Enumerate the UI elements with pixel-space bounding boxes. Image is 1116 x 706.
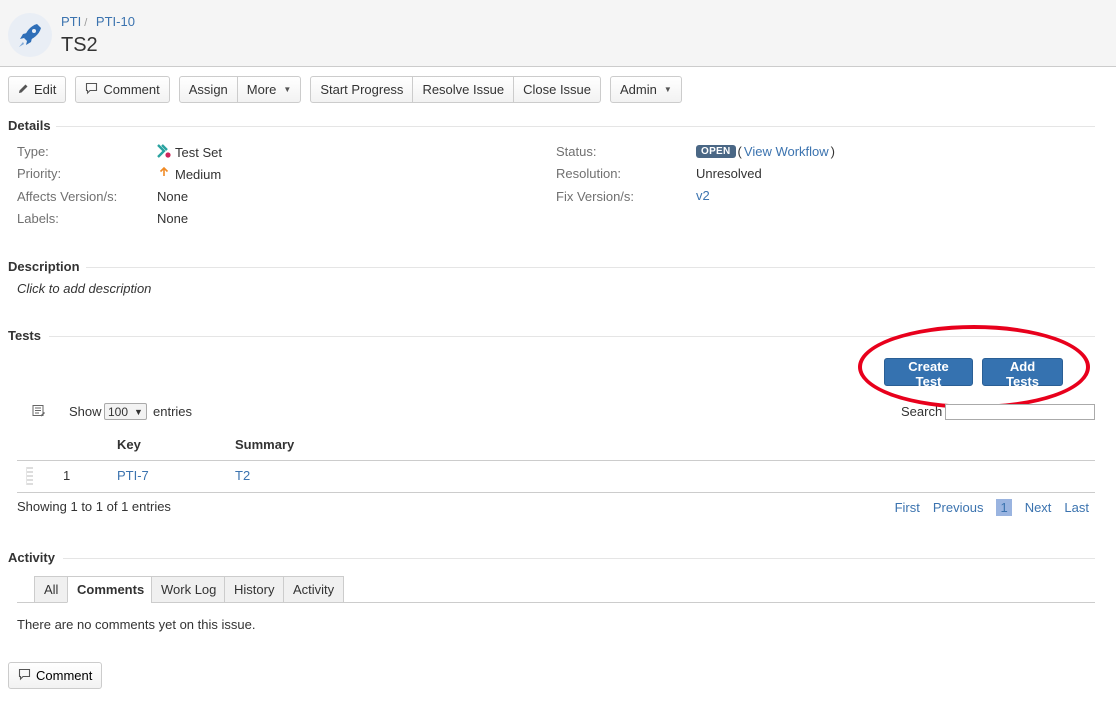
priority-value: Medium — [157, 166, 221, 183]
page-size-select[interactable]: 100 ▼ — [104, 403, 147, 420]
header-divider — [17, 460, 1095, 461]
tab-history[interactable]: History — [224, 576, 285, 603]
labels-value[interactable]: None — [157, 211, 188, 226]
more-button-label: More — [246, 82, 277, 97]
edit-button-label: Edit — [34, 82, 57, 97]
edit-button[interactable]: Edit — [8, 76, 67, 103]
breadcrumb-separator: / — [84, 17, 88, 29]
tests-divider — [49, 336, 1095, 337]
affects-version-label: Affects Version/s: — [17, 189, 118, 204]
view-workflow-paren-close: ) — [830, 144, 836, 159]
tab-work-log[interactable]: Work Log — [151, 576, 227, 603]
description-heading[interactable]: Description — [8, 259, 80, 274]
admin-button-label: Admin — [620, 82, 657, 97]
details-heading[interactable]: Details — [8, 118, 51, 133]
description-divider — [86, 267, 1095, 268]
pagination: First Previous 1 Next Last — [895, 499, 1089, 516]
tab-comments[interactable]: Comments — [67, 576, 155, 603]
column-header-key[interactable]: Key — [117, 437, 141, 452]
breadcrumb: PTI / PTI-10 — [61, 14, 135, 29]
priority-value-text: Medium — [175, 167, 222, 182]
status-label: Status: — [556, 144, 597, 159]
pager-previous[interactable]: Previous — [933, 500, 984, 515]
resolution-value: Unresolved — [696, 166, 762, 181]
assign-more-group: Assign More ▼ — [178, 76, 302, 103]
search-label: Search — [901, 404, 943, 419]
tab-all[interactable]: All — [34, 576, 69, 603]
labels-label: Labels: — [17, 211, 59, 226]
tab-activity[interactable]: Activity — [283, 576, 345, 603]
affects-version-value: None — [157, 189, 189, 204]
fix-version-link[interactable]: v2 — [696, 188, 710, 203]
details-divider — [56, 126, 1095, 127]
admin-group: Admin ▼ — [610, 76, 682, 103]
breadcrumb-project-link[interactable]: PTI — [61, 14, 81, 29]
project-avatar[interactable] — [8, 13, 52, 57]
description-placeholder[interactable]: Click to add description — [17, 281, 151, 296]
footer-comment-button[interactable]: Comment — [8, 662, 103, 689]
comment-button-label: Comment — [103, 82, 160, 97]
row-divider — [17, 492, 1095, 493]
pager-current-page[interactable]: 1 — [996, 499, 1012, 516]
page-title: TS2 — [61, 34, 98, 56]
comment-group: Comment — [75, 76, 170, 103]
assign-button[interactable]: Assign — [178, 76, 238, 103]
table-row-summary-link[interactable]: T2 — [235, 468, 250, 483]
workflow-group: Start Progress Resolve Issue Close Issue — [310, 76, 602, 103]
issue-toolbar: Edit Comment Assign More ▼ Start Progres… — [8, 76, 691, 103]
column-header-summary[interactable]: Summary — [235, 437, 294, 452]
priority-medium-icon — [157, 166, 171, 183]
pager-first[interactable]: First — [895, 500, 920, 515]
admin-button[interactable]: Admin ▼ — [610, 76, 682, 103]
add-tests-button[interactable]: Add Tests — [982, 358, 1063, 389]
test-set-icon — [157, 144, 171, 161]
table-info: Showing 1 to 1 of 1 entries — [17, 499, 171, 514]
chevron-down-icon: ▼ — [663, 85, 672, 94]
priority-label: Priority: — [17, 166, 62, 181]
chevron-down-icon: ▼ — [283, 85, 292, 94]
comment-button[interactable]: Comment — [75, 76, 170, 103]
entries-label: entries — [153, 404, 193, 419]
close-issue-button[interactable]: Close Issue — [513, 76, 602, 103]
search-input[interactable] — [945, 404, 1095, 420]
issue-header: PTI / PTI-10 TS2 — [0, 0, 1116, 67]
pager-next[interactable]: Next — [1025, 500, 1052, 515]
table-row-key-link[interactable]: PTI-7 — [117, 468, 149, 483]
table-row-rank: 1 — [63, 468, 71, 483]
show-label: Show — [69, 404, 102, 419]
resolution-label: Resolution: — [556, 166, 622, 181]
status-badge: OPEN — [696, 145, 736, 158]
type-label: Type: — [17, 144, 49, 159]
type-value: Test Set — [157, 144, 222, 161]
column-settings-icon[interactable] — [32, 404, 46, 421]
table-controls: Show 100 ▼ entries Search — [17, 403, 1095, 423]
activity-divider — [63, 558, 1095, 559]
status-value: OPEN (View Workflow) — [696, 144, 835, 159]
resolve-issue-button[interactable]: Resolve Issue — [412, 76, 515, 103]
type-value-text: Test Set — [175, 145, 222, 160]
speech-bubble-icon — [85, 82, 98, 98]
view-workflow-paren-open: ( — [737, 144, 742, 159]
breadcrumb-issue-link[interactable]: PTI-10 — [96, 14, 135, 29]
speech-bubble-icon — [18, 668, 31, 684]
edit-group: Edit — [8, 76, 67, 103]
activity-heading[interactable]: Activity — [8, 550, 55, 565]
pager-last[interactable]: Last — [1064, 500, 1089, 515]
fix-version-label: Fix Version/s: — [556, 189, 635, 204]
tests-heading[interactable]: Tests — [8, 328, 41, 343]
activity-tabs: All Comments Work Log History Activity — [17, 576, 1095, 603]
footer-comment-label: Comment — [36, 668, 93, 683]
rocket-icon — [19, 24, 41, 47]
view-workflow-link[interactable]: View Workflow — [744, 144, 829, 159]
more-button[interactable]: More ▼ — [236, 76, 302, 103]
pencil-icon — [18, 82, 29, 97]
create-test-button[interactable]: Create Test — [884, 358, 973, 389]
chevron-down-icon: ▼ — [134, 406, 143, 417]
drag-handle-icon[interactable] — [26, 467, 33, 485]
start-progress-button[interactable]: Start Progress — [310, 76, 414, 103]
page-size-value: 100 — [108, 404, 129, 419]
empty-comments-message: There are no comments yet on this issue. — [17, 617, 256, 632]
